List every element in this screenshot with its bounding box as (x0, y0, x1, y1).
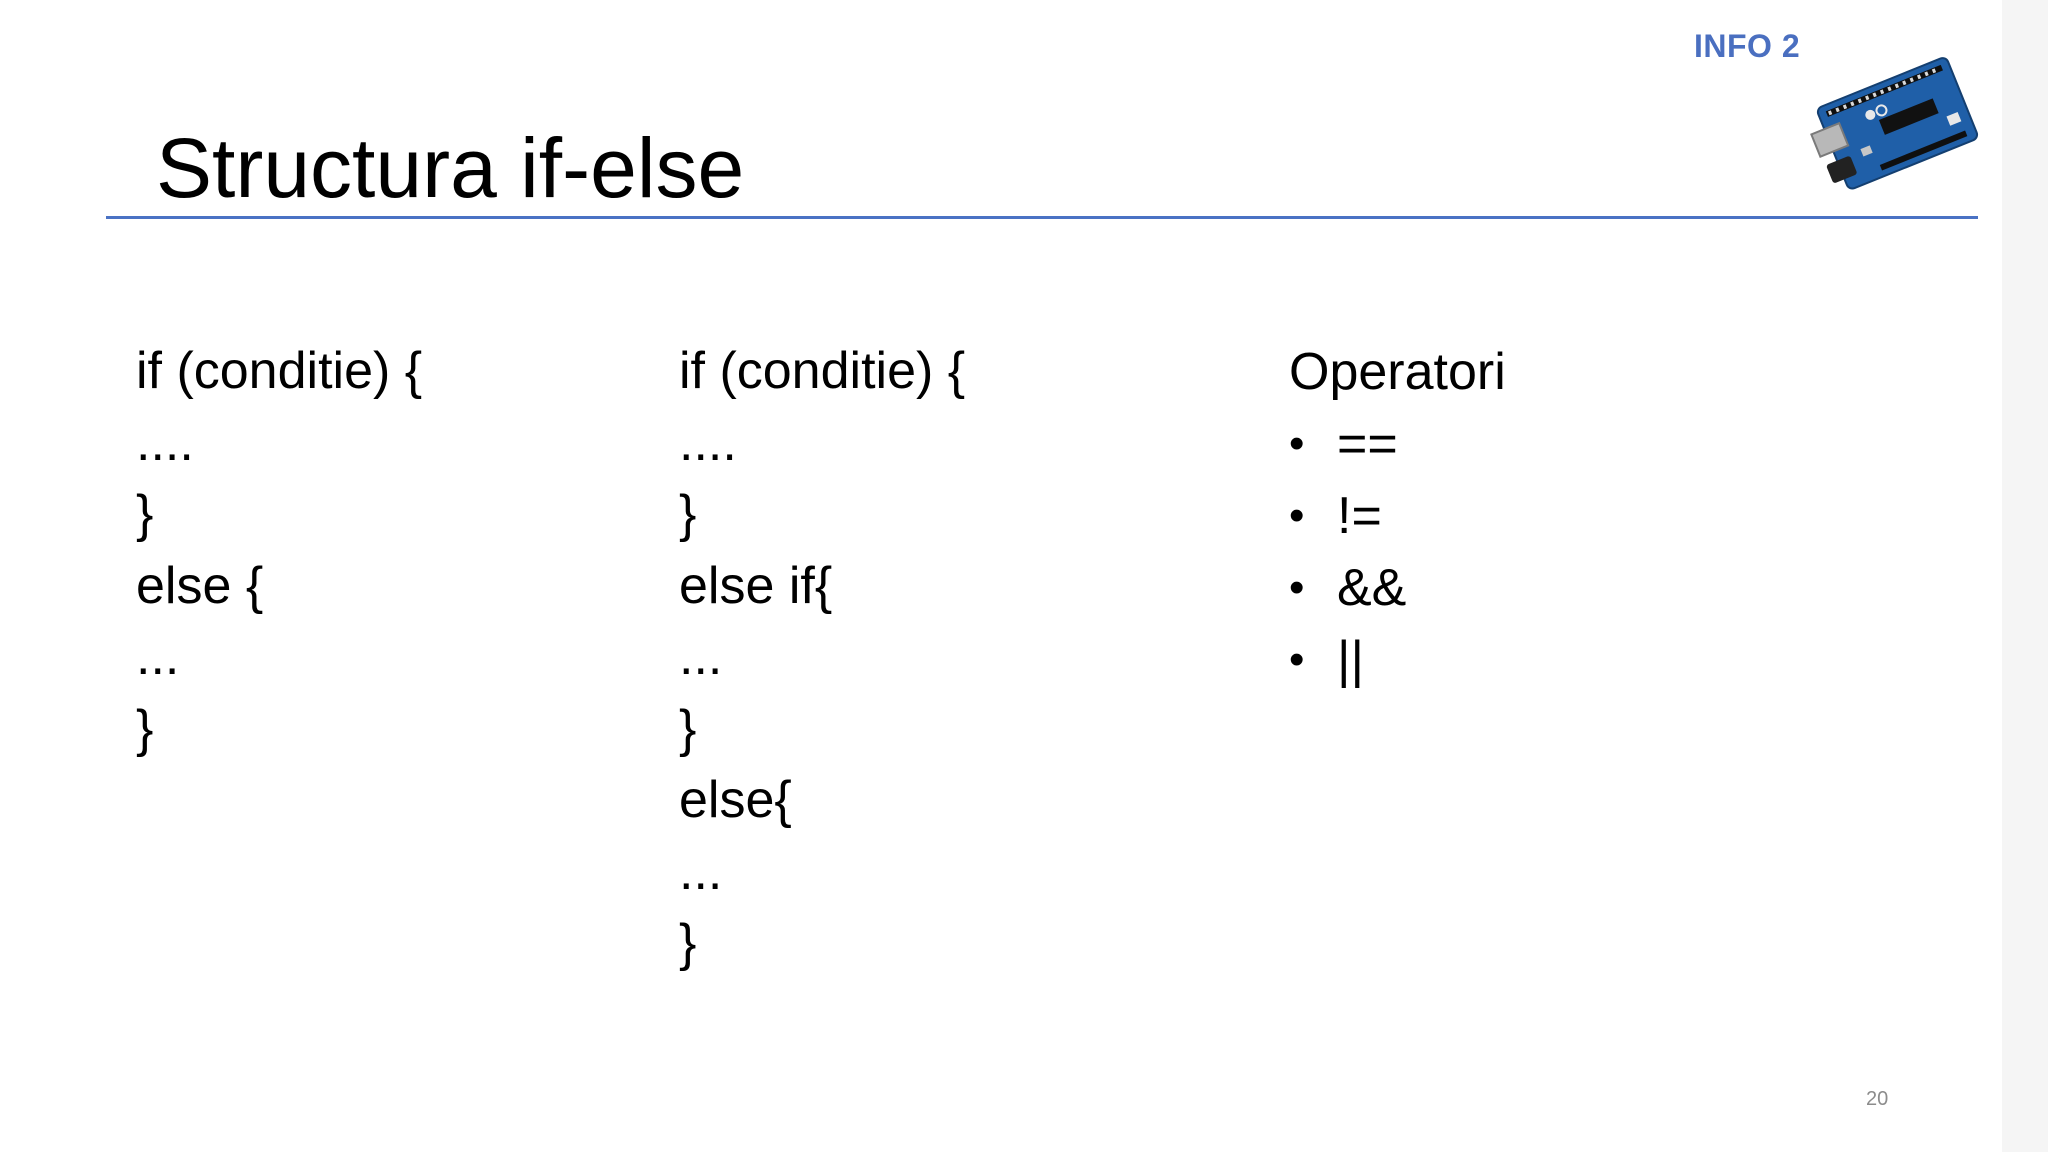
code-line: else { (136, 556, 264, 615)
code-if-else-if: if (conditie) { .... } else if{ ... } el… (679, 336, 965, 980)
operator-label: && (1337, 559, 1407, 617)
operator-label: == (1337, 415, 1398, 473)
operator-item: • && (1289, 552, 1506, 624)
code-line: if (conditie) { (136, 342, 423, 400)
operators-list: • == • != • && • || (1289, 408, 1506, 696)
bullet-icon: • (1289, 563, 1305, 612)
code-if-else: if (conditie) { .... } else { ... } (136, 336, 422, 765)
code-line: } (136, 699, 154, 758)
code-line: ... (136, 628, 180, 686)
title-underline (106, 216, 1978, 219)
code-line: else if{ (679, 556, 833, 615)
bullet-icon: • (1289, 491, 1305, 540)
course-badge: INFO 2 (1694, 28, 1801, 64)
operators-block: Operatori • == • != • && • || (1289, 336, 1506, 696)
code-line: } (679, 914, 697, 972)
code-line: .... (136, 413, 194, 472)
code-line: .... (679, 413, 737, 472)
code-line: ... (679, 628, 723, 686)
arduino-board-icon (1810, 57, 1979, 190)
bullet-icon: • (1289, 419, 1305, 468)
slide: INFO 2 Structura if-else if (conditie) {… (0, 0, 2048, 1152)
code-line: else{ (679, 771, 792, 829)
operator-item: • == (1289, 408, 1506, 480)
slide-title: Structura if-else (156, 121, 745, 215)
bullet-icon: • (1289, 635, 1305, 684)
operator-item: • || (1289, 624, 1506, 696)
operator-label: != (1337, 487, 1382, 545)
code-line: } (679, 699, 697, 758)
code-line: } (136, 485, 154, 543)
operators-heading: Operatori (1289, 343, 1506, 401)
code-line: if (conditie) { (679, 342, 966, 400)
code-line: ... (679, 842, 723, 901)
operator-item: • != (1289, 480, 1506, 552)
page-number: 20 (1866, 1088, 1889, 1110)
slide-edge-strip (2002, 0, 2048, 1152)
code-line: } (679, 485, 697, 543)
operator-label: || (1337, 631, 1365, 689)
